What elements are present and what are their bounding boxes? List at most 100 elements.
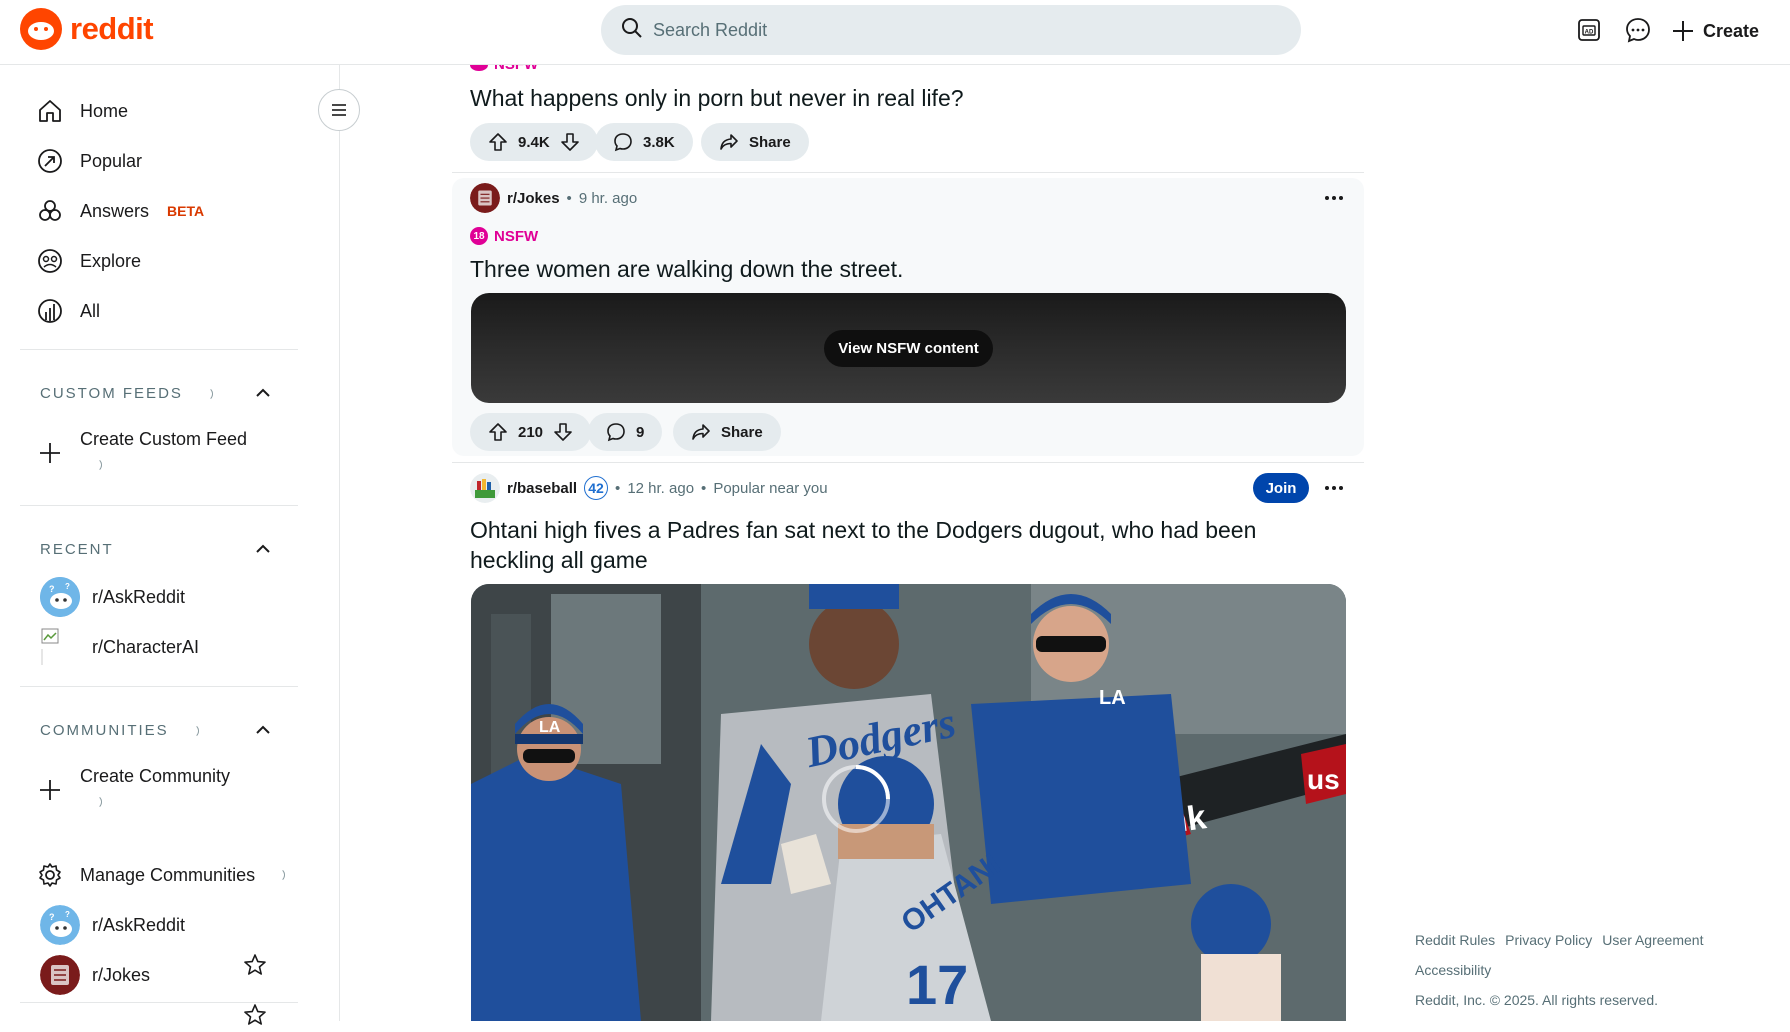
footer-link-accessibility[interactable]: Accessibility [1415,962,1491,978]
create-custom-feed[interactable]: Create Custom Feed [36,429,247,473]
beta-badge: BETA [167,203,205,219]
logo-text: reddit [70,11,154,46]
chevron-up-icon[interactable] [252,382,274,404]
downvote-icon [560,133,579,151]
plus-icon [1673,21,1693,41]
chevron-up-icon[interactable] [252,538,274,560]
sidebar-item-home[interactable]: Home [36,89,128,133]
sidebar-item-popular[interactable]: Popular [36,139,142,183]
sidebar-divider [20,686,298,687]
baseball-avatar[interactable] [470,473,500,503]
share-icon [692,424,710,440]
reddit-snoo-icon [20,8,62,50]
post-title[interactable]: Ohtani high fives a Padres fan sat next … [470,515,1256,575]
upvote-icon [489,423,507,441]
communities-header[interactable]: COMMUNITIES [40,722,199,739]
search-input[interactable] [653,19,1253,41]
post-title[interactable]: Three women are walking down the street. [470,254,903,284]
recent-item-askreddit[interactable]: ?? r/AskReddit [40,575,185,619]
vote-control[interactable]: 210 [470,413,592,451]
svg-text:?: ? [49,912,55,922]
footer-link-rules[interactable]: Reddit Rules [1415,932,1495,948]
nsfw-tag: 18 NSFW [470,227,538,245]
reddit-logo[interactable]: reddit [20,8,154,50]
collapse-sidebar-button[interactable] [318,89,360,131]
footer-link-agreement[interactable]: User Agreement [1602,932,1703,948]
vote-count: 9.4K [518,133,550,151]
community-item-jokes[interactable]: r/Jokes [40,953,150,997]
footer-link-privacy[interactable]: Privacy Policy [1505,932,1592,948]
subreddit-link[interactable]: r/baseball [507,480,577,497]
sidebar-item-label: Explore [80,250,142,271]
manage-communities[interactable]: Manage Communities [36,853,286,897]
jokes-avatar[interactable] [470,183,500,213]
more-options-icon[interactable] [1321,188,1347,208]
sidebar-item-explore[interactable]: Explore [36,239,141,283]
comment-icon [607,423,625,442]
svg-text:?: ? [49,584,55,594]
comment-count: 3.8K [643,133,675,151]
sidebar-item-all[interactable]: All [36,289,100,333]
footer-links: Reddit Rules Privacy Policy User Agreement… [1415,925,1745,1015]
svg-text:?: ? [65,582,70,591]
share-button[interactable]: Share [701,123,809,161]
section-title: RECENT [40,541,114,558]
recent-item-characterai[interactable]: r/CharacterAI [40,625,199,669]
chat-icon[interactable] [1623,15,1653,45]
nsfw-blur-overlay[interactable]: View NSFW content [471,293,1346,403]
comments-button[interactable]: 3.8K [595,123,693,161]
create-button[interactable]: Create [1671,14,1759,48]
view-nsfw-button[interactable]: View NSFW content [824,329,993,367]
post-video[interactable]: us bank us LA Dodgers LA OHTANI 17 [471,584,1346,1021]
search-icon [621,17,643,44]
search-bar[interactable] [601,5,1301,55]
chevron-up-icon[interactable] [252,719,274,741]
footer-copyright: Reddit, Inc. © 2025. All rights reserved… [1415,992,1658,1008]
join-button[interactable]: Join [1253,473,1309,503]
svg-text:?: ? [65,910,70,919]
manage-communities-label: Manage Communities [80,864,256,885]
post-title-line: Ohtani high fives a Padres fan sat next … [470,517,1257,543]
sponsor-sign-2: us [1307,764,1340,795]
jokes-avatar [40,955,80,995]
home-icon [36,97,64,125]
comment-icon [614,133,632,152]
community-item-label: r/AskReddit [92,914,186,935]
answers-icon [36,197,64,225]
post-title-line: heckling all game [470,547,648,573]
comment-count: 9 [636,423,645,441]
custom-feeds-header[interactable]: CUSTOM FEEDS [40,385,213,402]
post-meta: r/baseball 42 • 12 hr. ago • Popular nea… [470,473,828,503]
post-title[interactable]: What happens only in porn but never in r… [470,83,964,113]
star-icon[interactable] [243,953,269,979]
recent-header[interactable]: RECENT [40,541,114,558]
askreddit-avatar: ?? [40,905,80,945]
comments-button[interactable]: 9 [588,413,663,451]
advertise-icon[interactable]: AD [1574,15,1604,45]
sidebar-item-answers[interactable]: Answers BETA [36,189,204,233]
post-meta: r/Jokes • 9 hr. ago [470,183,637,213]
sidebar-item-label: Popular [80,150,143,171]
post-context: Popular near you [713,479,828,497]
vote-control[interactable]: 9.4K [470,123,598,161]
flair-badge: 42 [584,476,609,500]
more-options-icon[interactable] [1321,478,1347,498]
sidebar-divider [20,349,298,350]
community-item-askreddit[interactable]: ?? r/AskReddit [40,903,185,947]
share-button[interactable]: Share [673,413,781,451]
left-sidebar: Home Popular Answers BETA Explore All CU… [0,65,340,1025]
svg-text:AD: AD [1585,30,1594,36]
subreddit-link[interactable]: r/Jokes [507,190,560,207]
share-label: Share [749,133,791,151]
create-community[interactable]: Create Community [36,766,230,810]
section-title: CUSTOM FEEDS [40,385,183,402]
menu-icon [332,104,346,116]
meta-separator: • [566,189,572,207]
plus-icon [36,439,64,467]
player-number: 17 [906,953,968,1016]
video-frame: us bank us LA Dodgers LA OHTANI 17 [471,584,1346,1021]
sidebar-item-label: Home [80,100,129,121]
star-icon[interactable] [243,1003,269,1029]
nsfw-icon: 18 [470,227,488,245]
post-divider [452,172,1364,173]
